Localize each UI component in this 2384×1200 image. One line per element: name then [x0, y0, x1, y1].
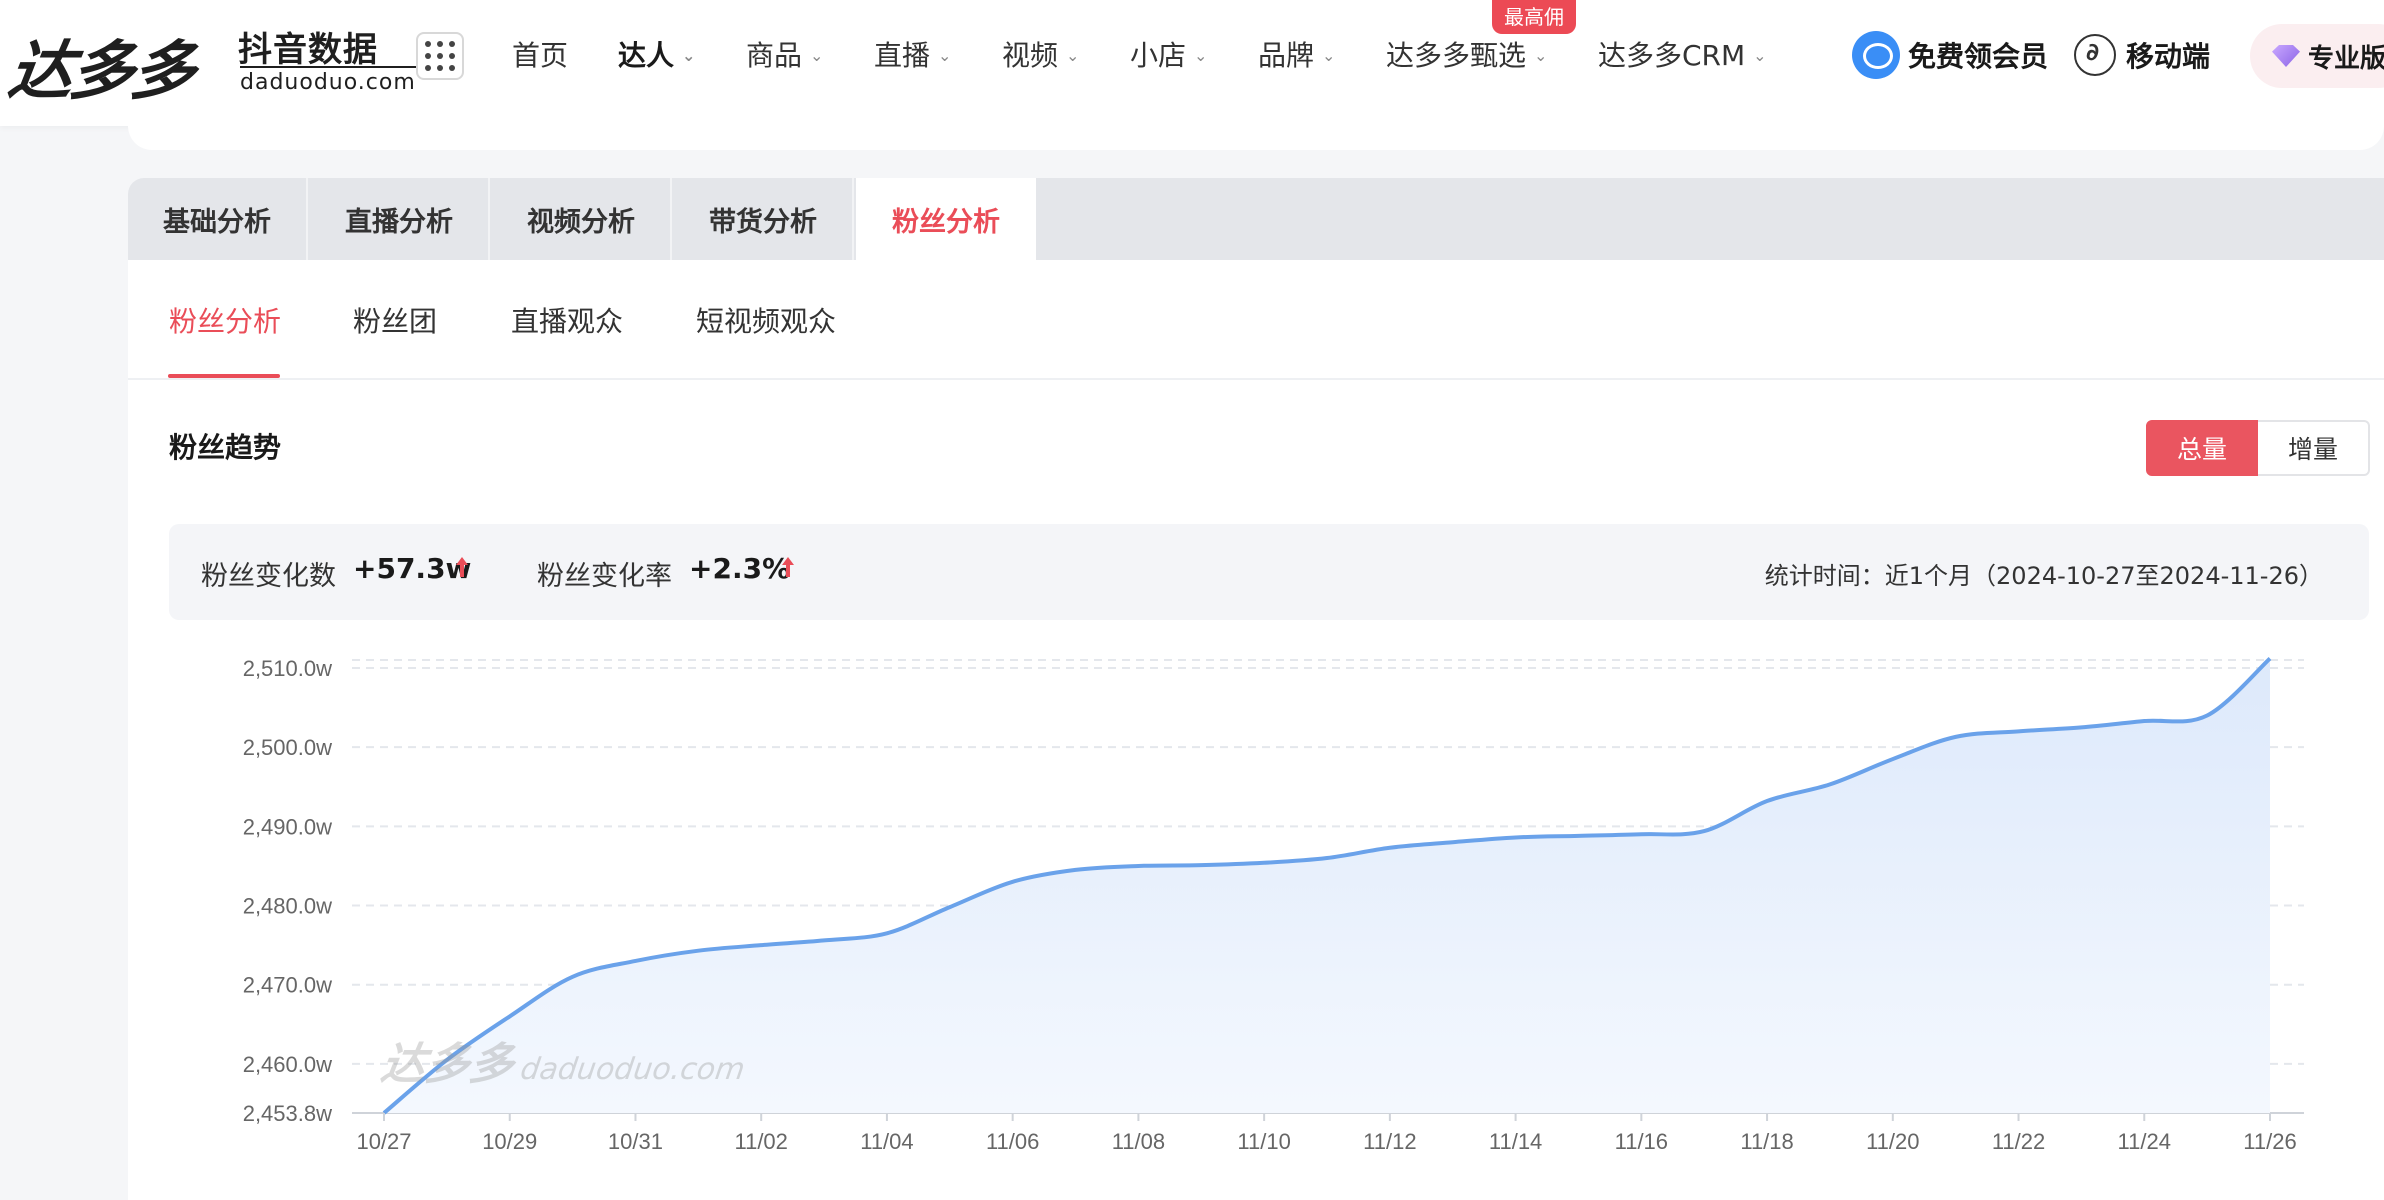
y-tick-label: 2,510.0w	[243, 656, 332, 681]
y-tick-label: 2,480.0w	[243, 894, 332, 919]
x-tick-label: 11/24	[2118, 1129, 2171, 1154]
fan-trend-chart: 2,453.8w 2,460.0w 2,470.0w 2,480.0w 2,490.0w…	[243, 656, 2304, 1154]
x-tick-label: 11/06	[986, 1129, 1039, 1154]
y-tick-label: 2,470.0w	[243, 973, 332, 998]
y-tick-label: 2,460.0w	[243, 1052, 332, 1077]
x-tick-label: 11/10	[1237, 1129, 1290, 1154]
x-tick-label: 11/14	[1489, 1129, 1542, 1154]
y-tick-label: 2,453.8w	[243, 1101, 332, 1126]
x-tick-label: 11/16	[1615, 1129, 1668, 1154]
watermark: 达多多daduoduo.com	[377, 1039, 747, 1090]
y-tick-label: 2,500.0w	[243, 735, 332, 760]
x-tick-label: 11/18	[1740, 1129, 1793, 1154]
x-tick-label: 11/20	[1866, 1129, 1919, 1154]
x-tick-label: 10/27	[356, 1129, 411, 1154]
x-tick-label: 10/31	[608, 1129, 663, 1154]
x-tick-label: 11/02	[734, 1129, 787, 1154]
x-tick-label: 11/22	[1992, 1129, 2045, 1154]
x-tick-label: 11/26	[2243, 1129, 2296, 1154]
x-tick-label: 11/04	[860, 1129, 913, 1154]
x-tick-label: 11/12	[1363, 1129, 1416, 1154]
y-tick-label: 2,490.0w	[243, 814, 332, 839]
x-tick-label: 10/29	[482, 1129, 537, 1154]
x-tick-label: 11/08	[1112, 1129, 1165, 1154]
